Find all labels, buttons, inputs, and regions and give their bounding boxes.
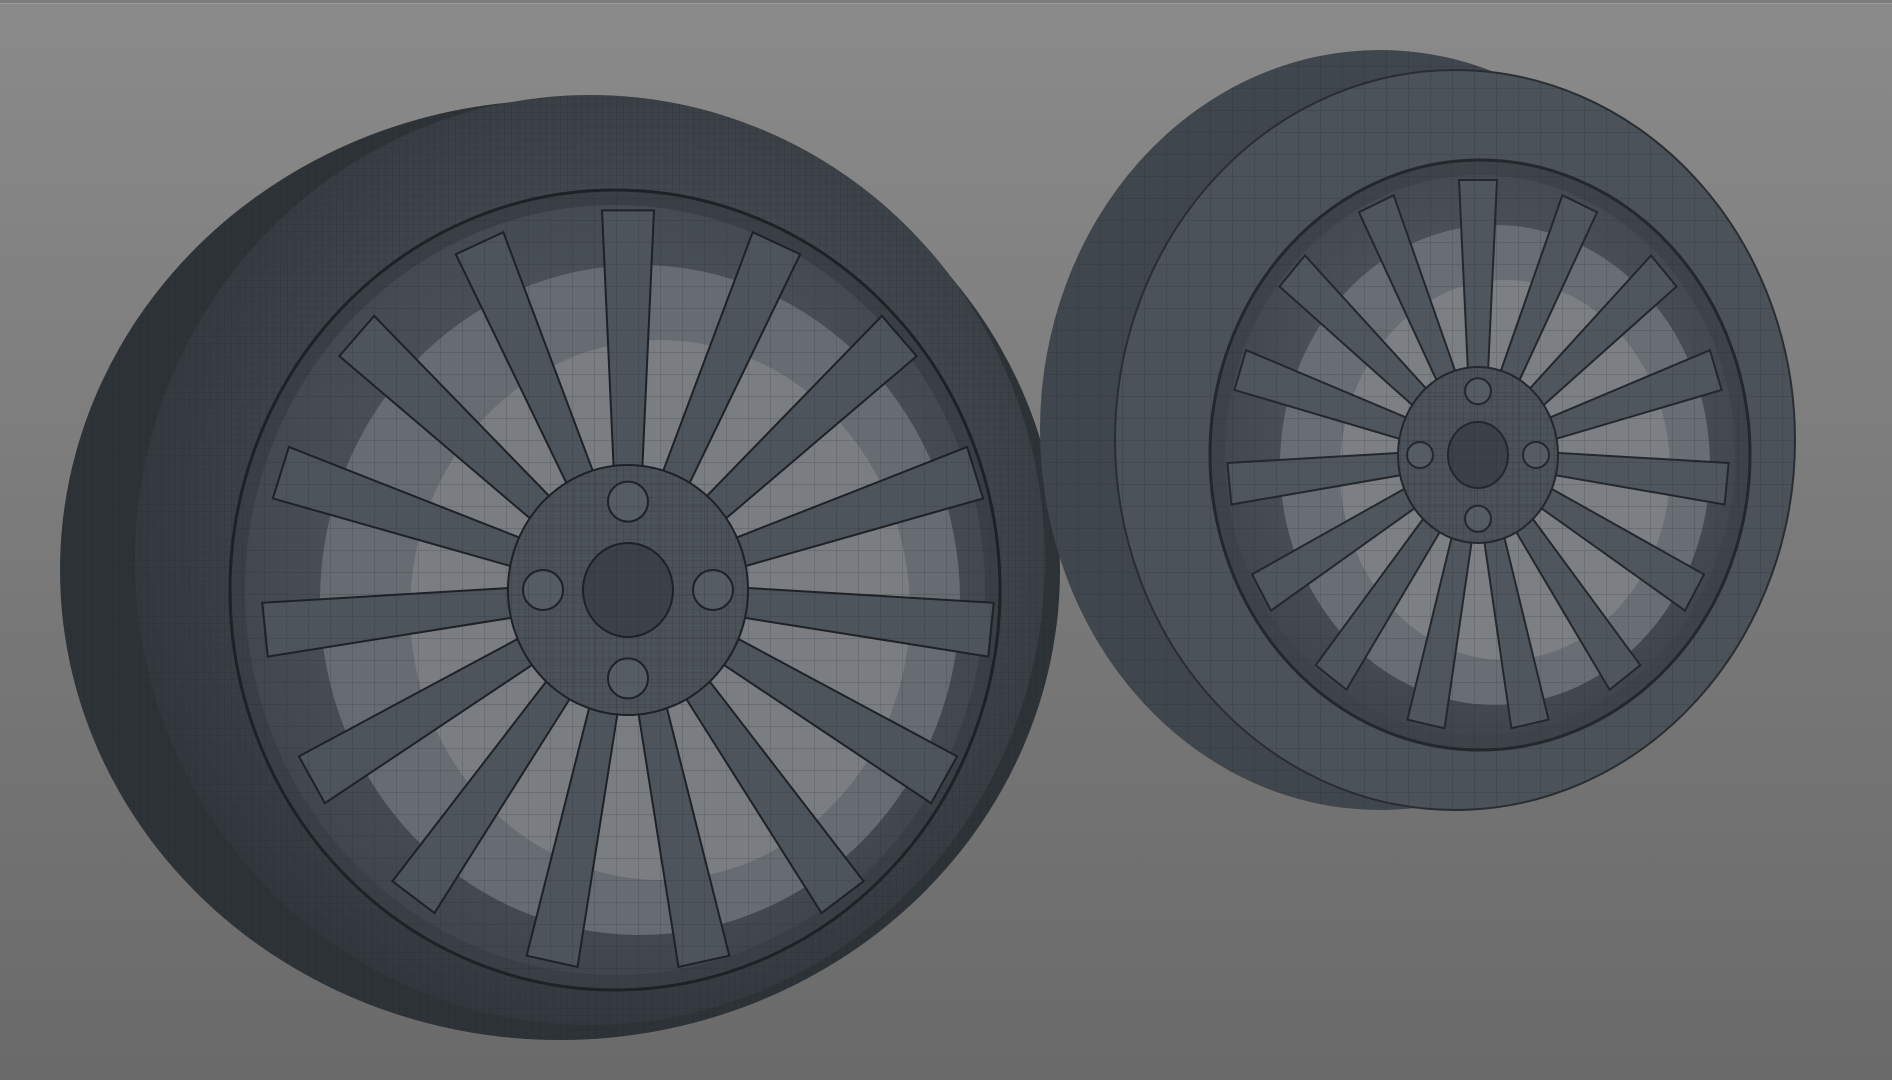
viewport-scene[interactable] <box>0 0 1892 1080</box>
rear-wheel-rim-mesh <box>1210 160 1750 750</box>
3d-viewport[interactable] <box>0 0 1892 1080</box>
front-wheel-rim-mesh <box>230 190 1000 990</box>
rear-wheel-model[interactable] <box>1040 50 1796 811</box>
front-wheel-model[interactable] <box>60 95 1060 1040</box>
